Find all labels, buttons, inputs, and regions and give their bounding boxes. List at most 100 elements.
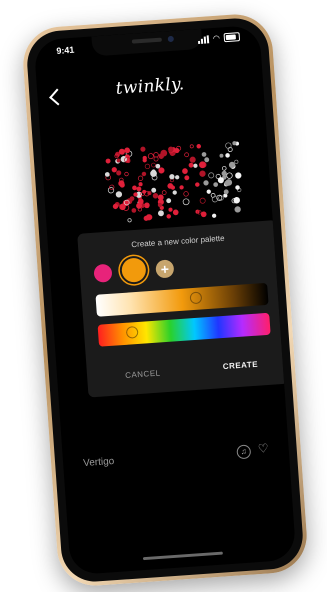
create-button[interactable]: CREATE [222, 360, 258, 371]
led-dot [129, 196, 135, 201]
palette-swatch-pink[interactable] [93, 263, 113, 283]
led-preview [104, 141, 242, 223]
led-dot [153, 152, 159, 158]
led-dot [119, 203, 126, 211]
led-dot [195, 182, 200, 187]
led-dot [206, 189, 211, 194]
led-dot [155, 163, 161, 169]
led-dot [204, 157, 210, 163]
led-dot [183, 191, 189, 197]
led-dot [104, 172, 110, 177]
phone-screen: 9:41 ◠ twinkly. Create a new color palet… [33, 24, 297, 576]
led-dot [143, 215, 149, 221]
led-dot [120, 155, 127, 163]
led-dot [116, 170, 122, 176]
led-dot [224, 180, 230, 186]
playlist-name[interactable]: Vertigo [83, 456, 115, 469]
led-dot [157, 202, 163, 208]
led-dot [158, 153, 165, 159]
led-dot [138, 182, 143, 187]
led-dot [157, 210, 164, 217]
led-dot [118, 180, 125, 187]
led-dot [172, 209, 179, 216]
led-dot [168, 146, 174, 153]
led-dot [141, 171, 147, 177]
led-dot [118, 148, 126, 155]
led-dot [232, 141, 237, 146]
cancel-button[interactable]: CANCEL [125, 369, 161, 380]
led-dot [188, 162, 194, 168]
led-dot [223, 189, 229, 195]
phone-bezel: 9:41 ◠ twinkly. Create a new color palet… [25, 16, 305, 584]
led-dot [199, 170, 206, 177]
led-dot [142, 158, 147, 163]
led-dot [133, 192, 138, 197]
dialog-title: Create a new color palette [131, 233, 225, 250]
shade-slider-handle[interactable] [189, 291, 203, 305]
led-dot [182, 198, 190, 206]
led-dot [115, 191, 123, 198]
led-dot [152, 193, 159, 199]
brand-logo: twinkly. [115, 74, 186, 99]
music-note-icon[interactable]: ♫ [236, 444, 252, 460]
led-dot [184, 175, 190, 181]
led-dot [136, 186, 142, 192]
led-dot [226, 172, 233, 179]
led-dot [189, 156, 196, 163]
home-indicator[interactable] [142, 551, 223, 561]
led-dot [203, 180, 209, 186]
led-dot [175, 175, 180, 180]
led-dot [199, 161, 206, 169]
led-dot [144, 163, 151, 170]
led-dot [158, 167, 165, 174]
led-dot [127, 218, 132, 223]
led-dot [137, 175, 144, 181]
status-icons: ◠ [197, 32, 241, 44]
led-dot [199, 197, 206, 204]
led-dot [147, 153, 154, 160]
led-dot [140, 146, 146, 152]
led-dot [167, 183, 174, 189]
led-dot [107, 187, 115, 194]
add-color-button[interactable]: + [155, 259, 175, 279]
led-dot [182, 168, 188, 174]
led-dot [213, 182, 219, 187]
led-dot [169, 174, 175, 180]
led-dot [111, 167, 117, 173]
product-shot: 9:41 ◠ twinkly. Create a new color palet… [0, 0, 327, 592]
hue-slider-handle[interactable] [125, 325, 139, 339]
led-dot [184, 152, 189, 158]
led-dot [151, 162, 156, 168]
phone-frame: 9:41 ◠ twinkly. Create a new color palet… [20, 11, 310, 589]
led-dot [131, 208, 137, 213]
led-dot [234, 159, 239, 164]
palette-swatch-orange-selected[interactable] [121, 257, 147, 283]
led-dot [132, 185, 137, 191]
status-time: 9:41 [56, 44, 75, 56]
led-dot [137, 198, 144, 205]
led-dot [196, 144, 202, 149]
led-dot [225, 142, 232, 149]
led-dot [228, 161, 236, 169]
led-dot [221, 170, 227, 177]
led-dot [189, 144, 194, 149]
led-dot [144, 202, 150, 209]
led-dot [201, 152, 207, 157]
led-dot [151, 187, 157, 193]
shade-slider[interactable] [95, 282, 269, 317]
led-dot [222, 166, 227, 171]
led-dot [235, 172, 242, 179]
led-dot [116, 158, 121, 163]
hue-slider[interactable] [97, 312, 271, 347]
led-dot [161, 190, 167, 195]
led-dot [217, 177, 224, 184]
led-dot [166, 214, 172, 219]
led-dot [225, 153, 230, 158]
led-dot [124, 171, 129, 177]
create-palette-dialog: Create a new color palette + CANCEL CREA… [77, 220, 289, 398]
heart-icon[interactable]: ♡ [257, 441, 269, 456]
led-dot [168, 207, 173, 212]
led-dot [211, 213, 217, 218]
signal-icon [197, 34, 210, 44]
led-dot [174, 148, 180, 154]
